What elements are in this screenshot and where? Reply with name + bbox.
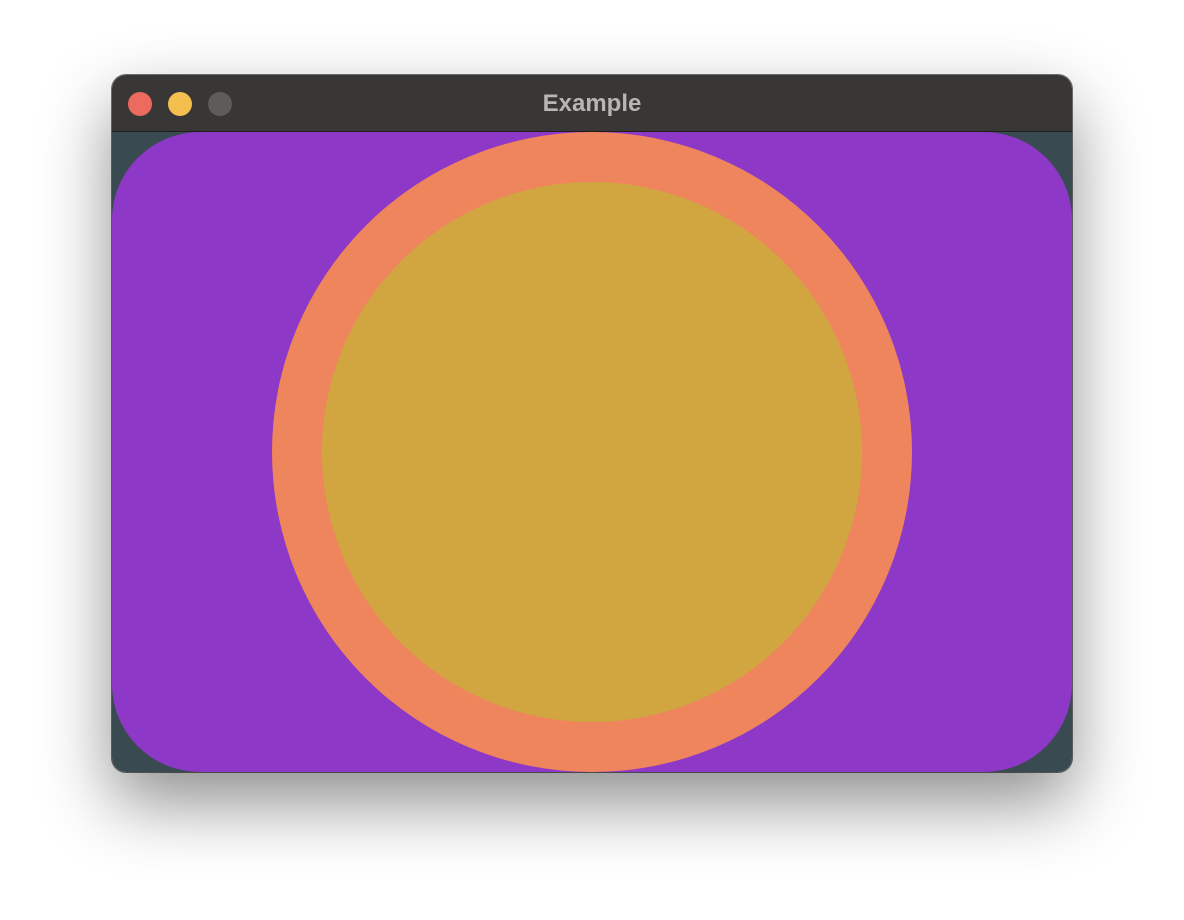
inner-circle bbox=[322, 182, 862, 722]
window-title: Example bbox=[542, 90, 642, 117]
canvas-area bbox=[112, 132, 1072, 772]
title-bar[interactable]: Example bbox=[112, 75, 1072, 132]
app-window: Example bbox=[112, 75, 1072, 772]
